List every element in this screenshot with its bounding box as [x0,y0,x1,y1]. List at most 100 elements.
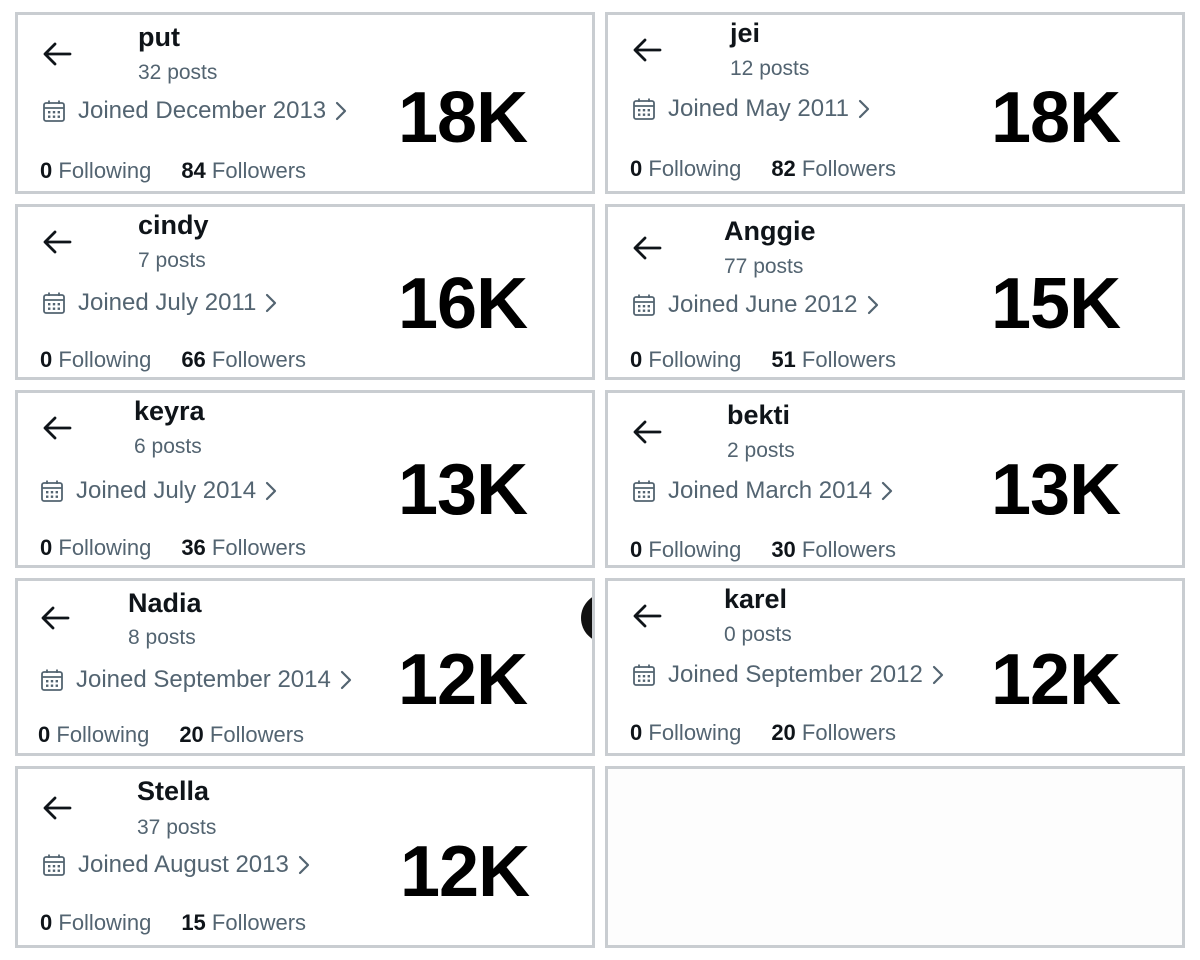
joined-label: Joined June 2012 [668,291,858,318]
following-label: Following [56,722,150,747]
following-link[interactable]: 0 Following [630,720,741,745]
following-label: Following [58,910,152,935]
joined-date[interactable]: Joined September 2012 [632,661,945,689]
following-label: Following [58,347,152,372]
joined-date[interactable]: Joined March 2014 [632,477,894,505]
follow-stats: 0 Following 84 Followers [40,158,306,184]
joined-label: Joined August 2013 [78,851,289,878]
chevron-right-icon [264,292,278,314]
post-count: 37 posts [137,816,217,839]
following-count: 0 [40,347,53,372]
followers-count: 66 [181,347,206,372]
following-link[interactable]: 0 Following [38,722,149,747]
profile-card: bekti 2 posts Joined March 2014 0 Follow… [605,390,1185,568]
followers-label: Followers [801,537,897,562]
calendar-icon [632,663,656,687]
following-link[interactable]: 0 Following [40,347,151,372]
followers-count: 36 [181,535,206,560]
joined-label: Joined March 2014 [668,477,873,504]
following-link[interactable]: 0 Following [40,910,151,935]
back-arrow-icon[interactable] [42,229,72,255]
followers-label: Followers [801,347,897,372]
profile-card: Anggie 77 posts Joined June 2012 0 Follo… [605,204,1185,380]
profile-name: keyra [134,396,205,426]
followers-link[interactable]: 20 Followers [771,720,896,745]
joined-date[interactable]: Joined June 2012 [632,291,880,319]
big-follower-count: 18K [991,78,1121,158]
joined-date[interactable]: Joined May 2011 [632,95,871,123]
following-label: Following [648,347,742,372]
profile-name: karel [724,584,788,614]
followers-label: Followers [211,158,307,183]
following-link[interactable]: 0 Following [630,156,741,181]
big-follower-count: 13K [991,450,1121,530]
chevron-right-icon [297,854,311,876]
following-link[interactable]: 0 Following [630,347,741,372]
back-arrow-icon[interactable] [40,605,70,631]
profile-name: cindy [138,210,209,240]
following-link[interactable]: 0 Following [630,537,741,562]
following-link[interactable]: 0 Following [40,158,151,183]
profile-name: Anggie [724,216,816,246]
followers-count: 30 [771,537,796,562]
followers-count: 20 [771,720,796,745]
profile-card: karel 0 posts Joined September 2012 0 Fo… [605,578,1185,756]
back-arrow-icon[interactable] [632,235,662,261]
back-arrow-icon[interactable] [632,37,662,63]
post-count: 32 posts [138,61,218,84]
followers-label: Followers [211,535,307,560]
joined-date[interactable]: Joined September 2014 [40,666,353,694]
big-follower-count: 15K [991,264,1121,344]
followers-label: Followers [801,156,897,181]
followers-link[interactable]: 82 Followers [771,156,896,181]
joined-date[interactable]: Joined August 2013 [42,851,311,879]
follow-stats: 0 Following 15 Followers [40,910,306,936]
back-arrow-icon[interactable] [42,415,72,441]
following-label: Following [58,535,152,560]
following-count: 0 [630,156,643,181]
joined-label: Joined May 2011 [668,95,850,122]
followers-label: Followers [211,910,307,935]
following-label: Following [648,537,742,562]
calendar-icon [42,291,66,315]
back-arrow-icon[interactable] [632,419,662,445]
following-count: 0 [38,722,51,747]
following-link[interactable]: 0 Following [40,535,151,560]
follow-stats: 0 Following 51 Followers [630,347,896,373]
back-arrow-icon[interactable] [632,603,662,629]
calendar-icon [42,99,66,123]
followers-count: 20 [179,722,204,747]
post-count: 12 posts [730,57,810,80]
big-follower-count: 12K [400,832,530,912]
followers-link[interactable]: 15 Followers [181,910,306,935]
followers-link[interactable]: 84 Followers [181,158,306,183]
followers-link[interactable]: 51 Followers [771,347,896,372]
calendar-icon [40,668,64,692]
followers-link[interactable]: 30 Followers [771,537,896,562]
chevron-right-icon [866,294,880,316]
big-follower-count: 13K [398,450,528,530]
post-count: 7 posts [138,249,206,272]
followers-count: 82 [771,156,796,181]
post-count: 2 posts [727,439,795,462]
followers-link[interactable]: 66 Followers [181,347,306,372]
followers-link[interactable]: 36 Followers [181,535,306,560]
chevron-right-icon [339,669,353,691]
calendar-icon [632,479,656,503]
profile-card: put 32 posts Joined December 2013 0 Foll… [15,12,595,194]
profile-name: Stella [137,776,210,806]
chevron-right-icon [334,100,348,122]
chevron-right-icon [264,480,278,502]
followers-label: Followers [801,720,897,745]
back-arrow-icon[interactable] [42,41,72,67]
followers-count: 84 [181,158,206,183]
followers-link[interactable]: 20 Followers [179,722,304,747]
back-arrow-icon[interactable] [42,795,72,821]
joined-label: Joined July 2011 [78,289,257,316]
joined-date[interactable]: Joined July 2014 [40,477,278,505]
joined-date[interactable]: Joined July 2011 [42,289,278,317]
chevron-right-icon [931,664,945,686]
follow-stats: 0 Following 66 Followers [40,347,306,373]
follow-stats: 0 Following 20 Followers [630,720,896,746]
joined-date[interactable]: Joined December 2013 [42,97,348,125]
